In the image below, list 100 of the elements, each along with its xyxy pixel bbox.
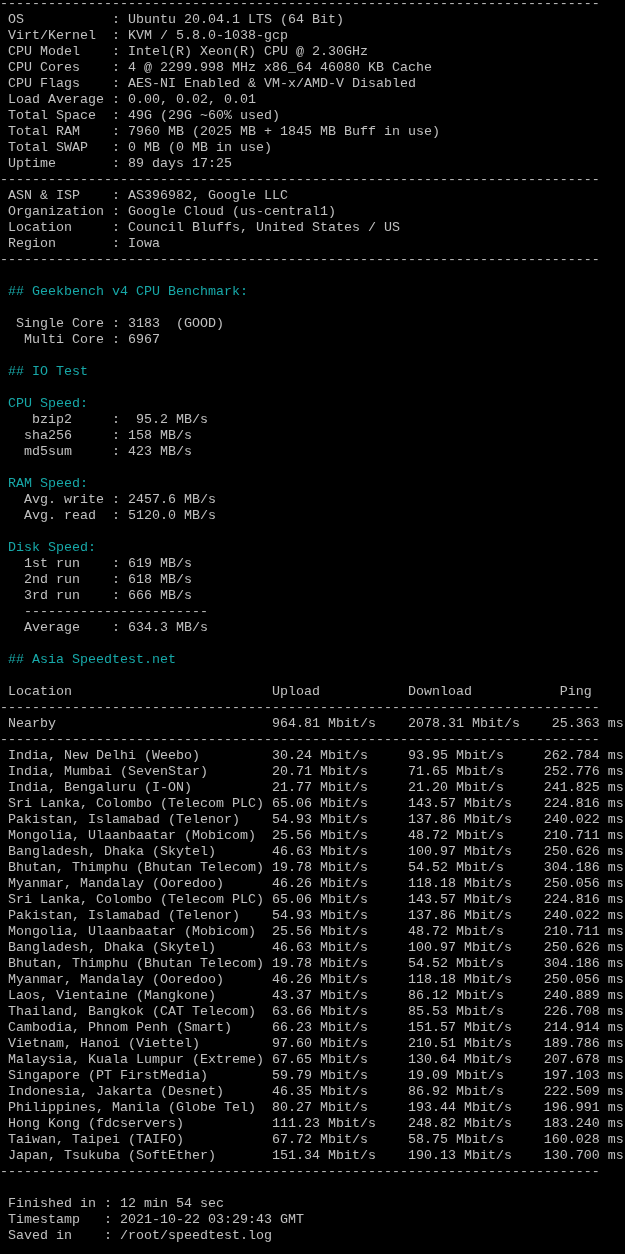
table-cell: Philippines, Manila (Globe Tel)	[8, 1100, 256, 1116]
table-cell: 46.26 Mbit/s	[271, 972, 368, 988]
terminal-line: 2nd run : 618 MB/s	[23, 572, 192, 587]
table-cell: India, Mumbai (SevenStar)	[8, 764, 208, 780]
terminal-line: Region : Iowa	[8, 236, 160, 251]
terminal-line: CPU Cores : 4 @ 2299.998 MHz x86_64 46080 KB Cache	[8, 60, 432, 75]
table-cell: 240.022 ms	[543, 908, 624, 924]
separator-line: ---------------------------------------------------------------------------	[0, 172, 600, 187]
table-cell: 193.44 Mbit/s	[407, 1100, 512, 1116]
terminal-line: Organization : Google Cloud (us-central1)	[8, 204, 336, 219]
terminal-line: md5sum : 423 MB/s	[23, 444, 192, 459]
table-cell: Singapore (PT FirstMedia)	[8, 1068, 208, 1084]
separator-line: ---------------------------------------------------------------------------	[0, 732, 600, 747]
terminal-line: sha256 : 158 MB/s	[23, 428, 192, 443]
table-cell: 54.93 Mbit/s	[271, 908, 368, 924]
terminal-line: -----------------------	[23, 604, 208, 619]
table-cell: 226.708 ms	[543, 1004, 624, 1020]
table-cell: 46.26 Mbit/s	[271, 876, 368, 892]
table-cell: 85.53 Mbit/s	[407, 1004, 504, 1020]
table-cell: 21.77 Mbit/s	[271, 780, 368, 796]
table-cell: 224.816 ms	[543, 892, 624, 908]
table-cell: 214.914 ms	[543, 1020, 624, 1036]
table-cell: Laos, Vientaine (Mangkone)	[8, 988, 216, 1004]
section-heading: ## Asia Speedtest.net	[8, 652, 176, 667]
table-cell: 240.889 ms	[543, 988, 624, 1004]
column-header: Download	[407, 684, 472, 700]
table-cell: India, Bengaluru (I-ON)	[8, 780, 192, 796]
table-cell: 137.86 Mbit/s	[407, 812, 512, 828]
table-cell: 210.711 ms	[543, 828, 624, 844]
table-cell: 250.626 ms	[543, 940, 624, 956]
table-cell: 46.35 Mbit/s	[271, 1084, 368, 1100]
table-cell: Myanmar, Mandalay (Ooredoo)	[8, 972, 224, 988]
table-cell: 67.72 Mbit/s	[271, 1132, 368, 1148]
table-cell: 63.66 Mbit/s	[271, 1004, 368, 1020]
table-cell: 25.56 Mbit/s	[271, 924, 368, 940]
separator-line: ---------------------------------------------------------------------------	[0, 252, 600, 267]
table-cell: 189.786 ms	[543, 1036, 624, 1052]
table-cell: 137.86 Mbit/s	[407, 908, 512, 924]
section-heading: ## Geekbench v4 CPU Benchmark:	[8, 284, 248, 299]
table-cell: 66.23 Mbit/s	[271, 1020, 368, 1036]
table-cell: Sri Lanka, Colombo (Telecom PLC)	[8, 892, 264, 908]
table-cell: Bangladesh, Dhaka (Skytel)	[8, 844, 216, 860]
table-cell: 262.784 ms	[543, 748, 624, 764]
separator-line: ---------------------------------------------------------------------------	[0, 0, 600, 11]
table-cell: Myanmar, Mandalay (Ooredoo)	[8, 876, 224, 892]
terminal-line: Location : Council Bluffs, United States / US	[8, 220, 400, 235]
table-cell: Mongolia, Ulaanbaatar (Mobicom)	[8, 924, 256, 940]
table-cell: 100.97 Mbit/s	[407, 940, 512, 956]
table-cell: 25.56 Mbit/s	[271, 828, 368, 844]
table-cell: Malaysia, Kuala Lumpur (Extreme)	[8, 1052, 264, 1068]
column-header: Location	[8, 684, 72, 700]
terminal-line: Avg. read : 5120.0 MB/s	[23, 508, 216, 523]
terminal-line: bzip2 : 95.2 MB/s	[31, 412, 208, 427]
table-cell: 19.78 Mbit/s	[271, 956, 368, 972]
section-heading: Disk Speed:	[8, 540, 96, 555]
table-cell: 65.06 Mbit/s	[271, 892, 368, 908]
table-cell: 19.78 Mbit/s	[271, 860, 368, 876]
table-cell: Indonesia, Jakarta (Desnet)	[8, 1084, 224, 1100]
table-cell: 65.06 Mbit/s	[271, 796, 368, 812]
table-cell: 100.97 Mbit/s	[407, 844, 512, 860]
table-cell: 58.75 Mbit/s	[407, 1132, 504, 1148]
table-cell: Bhutan, Thimphu (Bhutan Telecom)	[8, 956, 264, 972]
separator-line: ---------------------------------------------------------------------------	[0, 1164, 600, 1179]
terminal-line: 3rd run : 666 MB/s	[23, 588, 192, 603]
terminal-line: Saved in : /root/speedtest.log	[8, 1228, 272, 1243]
table-cell: 46.63 Mbit/s	[271, 940, 368, 956]
table-cell: 111.23 Mbit/s	[271, 1116, 376, 1132]
terminal-line: Timestamp : 2021-10-22 03:29:43 GMT	[8, 1212, 304, 1227]
table-cell: 964.81 Mbit/s	[271, 716, 376, 732]
table-cell: 86.92 Mbit/s	[407, 1084, 504, 1100]
terminal-line: Total RAM : 7960 MB (2025 MB + 1845 MB Buff in use)	[8, 124, 440, 139]
terminal-line: Multi Core : 6967	[23, 332, 160, 347]
column-header: Upload	[271, 684, 320, 700]
terminal-line: Single Core : 3183 (GOOD)	[15, 316, 224, 331]
table-cell: 143.57 Mbit/s	[407, 892, 512, 908]
table-cell: Nearby	[8, 716, 56, 732]
table-cell: 207.678 ms	[543, 1052, 624, 1068]
table-cell: 46.63 Mbit/s	[271, 844, 368, 860]
table-cell: Sri Lanka, Colombo (Telecom PLC)	[8, 796, 264, 812]
table-cell: 21.20 Mbit/s	[407, 780, 504, 796]
terminal-line: Finished in : 12 min 54 sec	[8, 1196, 224, 1211]
table-cell: 30.24 Mbit/s	[271, 748, 368, 764]
terminal-line: Load Average : 0.00, 0.02, 0.01	[8, 92, 256, 107]
table-cell: 252.776 ms	[543, 764, 624, 780]
table-cell: 130.700 ms	[543, 1148, 624, 1164]
terminal-line: Avg. write : 2457.6 MB/s	[23, 492, 216, 507]
terminal-line: Uptime : 89 days 17:25	[8, 156, 232, 171]
terminal-line: OS : Ubuntu 20.04.1 LTS (64 Bit)	[8, 12, 344, 27]
table-cell: 250.056 ms	[543, 972, 624, 988]
table-cell: Vietnam, Hanoi (Viettel)	[8, 1036, 200, 1052]
table-cell: 240.022 ms	[543, 812, 624, 828]
separator-line: ---------------------------------------------------------------------------	[0, 700, 600, 715]
table-cell: 151.34 Mbit/s	[271, 1148, 376, 1164]
table-cell: Hong Kong (fdcservers)	[8, 1116, 184, 1132]
terminal-line: Total SWAP : 0 MB (0 MB in use)	[8, 140, 272, 155]
table-cell: 54.93 Mbit/s	[271, 812, 368, 828]
terminal-line: Total Space : 49G (29G ~60% used)	[8, 108, 280, 123]
table-cell: 222.509 ms	[543, 1084, 624, 1100]
table-cell: Mongolia, Ulaanbaatar (Mobicom)	[8, 828, 256, 844]
section-heading: RAM Speed:	[8, 476, 88, 491]
